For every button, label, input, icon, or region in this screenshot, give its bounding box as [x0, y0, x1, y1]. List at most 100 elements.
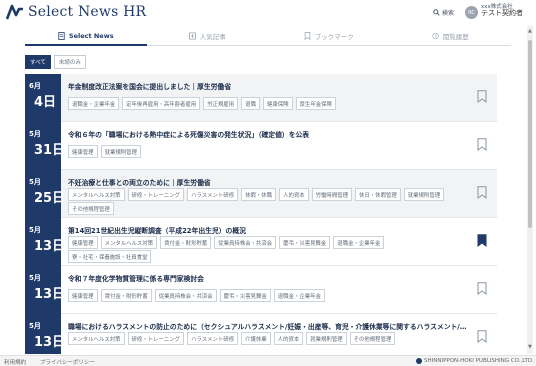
bookmark-icon[interactable] [477, 138, 487, 151]
category-tag[interactable]: 厚生年金保険 [295, 97, 336, 110]
article-title[interactable]: 年金制度改正法案を国会に提出しました｜厚生労働省 [68, 81, 488, 91]
tab-label: 閲覧履歴 [442, 32, 469, 41]
date-month: 5月 [29, 274, 41, 282]
category-tag[interactable]: ハラスメント研修 [187, 188, 239, 201]
date-month: 5月 [29, 178, 41, 186]
article-item[interactable]: 5月 13日 第14回21世紀出生児縦断調査（平成22年出生児）の概況 健康管理… [25, 218, 497, 266]
date-day: 31日 [34, 143, 66, 158]
category-tag[interactable]: ハラスメント研修 [187, 332, 239, 345]
copyright-text: SHINNIPPON-HOKI PUBLISHING CO.,LTD. [424, 358, 534, 364]
category-tag[interactable]: 慶弔・災害見舞金 [279, 236, 331, 249]
category-tag[interactable]: 研修・トレーニング [127, 332, 185, 345]
tag-row: メンタルヘルス対策 研修・トレーニング ハラスメント研修 介護休業 人的資本 就… [68, 332, 396, 345]
article-title[interactable]: 令和６年の「職場における熱中症による死傷災害の発生状況」（確定値）を公表 [68, 129, 488, 139]
history-icon [432, 32, 439, 39]
bookmark-icon[interactable] [477, 186, 487, 199]
category-tag[interactable]: 健康保険 [263, 97, 293, 110]
date-month: 5月 [29, 130, 41, 138]
category-tag[interactable]: 研修・トレーニング [127, 188, 185, 201]
scrollbar-thumb[interactable] [528, 40, 532, 228]
category-tag[interactable]: 人的資本 [273, 332, 304, 345]
article-title[interactable]: 不妊治療と仕事との両立のために｜厚生労働省 [68, 177, 488, 187]
category-tag[interactable]: 寮・社宅・保養施設・社員食堂 [68, 250, 152, 263]
tab-popular[interactable]: 人気記事 [147, 26, 269, 45]
tab-history[interactable]: 閲覧履歴 [390, 26, 512, 45]
user-menu[interactable]: xxx株式会社 テスト契約者 [481, 4, 523, 18]
date-month: 5月 [29, 226, 41, 234]
category-tag[interactable]: その他規程管理 [349, 332, 396, 345]
privacy-policy-link[interactable]: プライバシーポリシー [40, 358, 95, 366]
tab-label: ブックマーク [314, 32, 354, 41]
date-badge: 5月 13日 [25, 266, 65, 314]
tab-label: 人気記事 [199, 32, 226, 41]
bookmark-icon [304, 31, 311, 40]
bookmark-icon[interactable] [477, 330, 487, 343]
category-tag[interactable]: 労正規雇用 [203, 97, 239, 110]
tab-select-news[interactable]: Select News [25, 26, 147, 46]
document-icon [58, 31, 65, 40]
filter-unread[interactable]: 未読のみ [53, 55, 86, 69]
filter-all[interactable]: すべて [25, 55, 51, 69]
category-tag[interactable]: 休日・休暇管理 [355, 188, 401, 201]
tab-bookmarks[interactable]: ブックマーク [268, 26, 390, 45]
category-tag[interactable]: その他規程管理 [68, 202, 114, 215]
tag-row: 退職金・企業年金 定年後再雇用・高年齢者雇用 労正規雇用 退職 健康保険 厚生年… [68, 97, 336, 110]
category-tag[interactable]: 定年後再雇用・高年齢者雇用 [122, 97, 201, 110]
date-day: 25日 [34, 191, 66, 206]
avatar[interactable]: RC [465, 6, 478, 19]
article-item[interactable]: 6月 4日 年金制度改正法案を国会に提出しました｜厚生労働省 退職金・企業年金 … [25, 74, 497, 122]
search-button[interactable]: 検索 [433, 8, 454, 17]
category-tag[interactable]: 従業員持株会・共済会 [154, 289, 217, 302]
category-tag[interactable]: 人的資本 [279, 188, 309, 201]
article-title[interactable]: 職場におけるハラスメントの防止のために（セクシュアルハラスメント/妊娠・出産等、… [68, 321, 488, 331]
category-tag[interactable]: 就業規則管理 [100, 145, 141, 158]
article-item[interactable]: 5月 13日 職場におけるハラスメントの防止のために（セクシュアルハラスメント/… [25, 314, 497, 354]
app-header: Select News HR 検索 RC xxx株式会社 テスト契約者 [0, 0, 536, 26]
article-item[interactable]: 5月 13日 令和７年度化学物質管理に係る専門家検討会 健康管理 賃付金・財形貯… [25, 266, 497, 314]
logo[interactable]: Select News HR [6, 4, 146, 20]
category-tag[interactable]: 健康管理 [68, 236, 98, 249]
bookmark-icon[interactable] [477, 282, 487, 295]
tab-label: Select News [68, 31, 114, 40]
user-name: テスト契約者 [481, 9, 523, 18]
category-tag[interactable]: 健康管理 [68, 289, 98, 302]
category-tag[interactable]: 労働時間管理 [311, 188, 352, 201]
category-tag[interactable]: 慶弔・災害見舞金 [219, 289, 271, 302]
bookmark-icon[interactable] [477, 90, 487, 103]
filter-chips: すべて 未読のみ [25, 55, 86, 69]
scroll-down-arrow-icon[interactable]: ▼ [528, 344, 532, 350]
plus-box-icon [188, 32, 196, 39]
category-tag[interactable]: 退職金・企業年金 [68, 97, 120, 110]
category-tag[interactable]: 退職金・企業年金 [273, 289, 325, 302]
date-badge: 6月 4日 [25, 74, 61, 122]
category-tag[interactable]: メンタルヘルス対策 [68, 188, 125, 201]
article-item[interactable]: 5月 25日 不妊治療と仕事との両立のために｜厚生労働省 メンタルヘルス対策 研… [25, 170, 497, 218]
category-tag[interactable]: メンタルヘルス対策 [68, 332, 125, 345]
bookmark-filled-icon[interactable] [477, 234, 487, 247]
category-tag[interactable]: 就業規則管理 [403, 188, 445, 201]
date-month: 6月 [29, 82, 41, 90]
date-badge: 5月 25日 [25, 170, 65, 218]
category-tag[interactable]: 健康管理 [68, 145, 98, 158]
category-tag[interactable]: 従業員持株会・共済会 [214, 236, 277, 249]
category-tag[interactable]: 介護休業 [241, 332, 271, 345]
publisher-logo-icon [416, 358, 422, 364]
terms-link[interactable]: 利用規約 [4, 358, 26, 366]
date-day: 13日 [34, 239, 66, 254]
category-tag[interactable]: 賃付金・財形貯蓄 [160, 236, 212, 249]
category-tag[interactable]: 就業規則管理 [306, 332, 347, 345]
tag-row: その他規程管理 [68, 202, 114, 215]
copyright: SHINNIPPON-HOKI PUBLISHING CO.,LTD. [416, 358, 534, 364]
date-badge: 5月 13日 [25, 314, 65, 354]
category-tag[interactable]: 退職金・企業年金 [333, 236, 385, 249]
logo-text: Select News HR [28, 4, 147, 20]
article-title[interactable]: 令和７年度化学物質管理に係る専門家検討会 [68, 273, 488, 283]
article-item[interactable]: 5月 31日 令和６年の「職場における熱中症による死傷災害の発生状況」（確定値）… [25, 122, 497, 170]
date-day: 4日 [34, 95, 57, 110]
article-title[interactable]: 第14回21世紀出生児縦断調査（平成22年出生児）の概況 [68, 225, 488, 235]
category-tag[interactable]: 賃付金・財形貯蓄 [100, 289, 152, 302]
scroll-up-arrow-icon[interactable]: ▲ [528, 28, 532, 34]
category-tag[interactable]: 退職 [241, 97, 260, 110]
category-tag[interactable]: 休暇・休職 [241, 188, 277, 201]
category-tag[interactable]: メンタルヘルス対策 [100, 236, 158, 249]
